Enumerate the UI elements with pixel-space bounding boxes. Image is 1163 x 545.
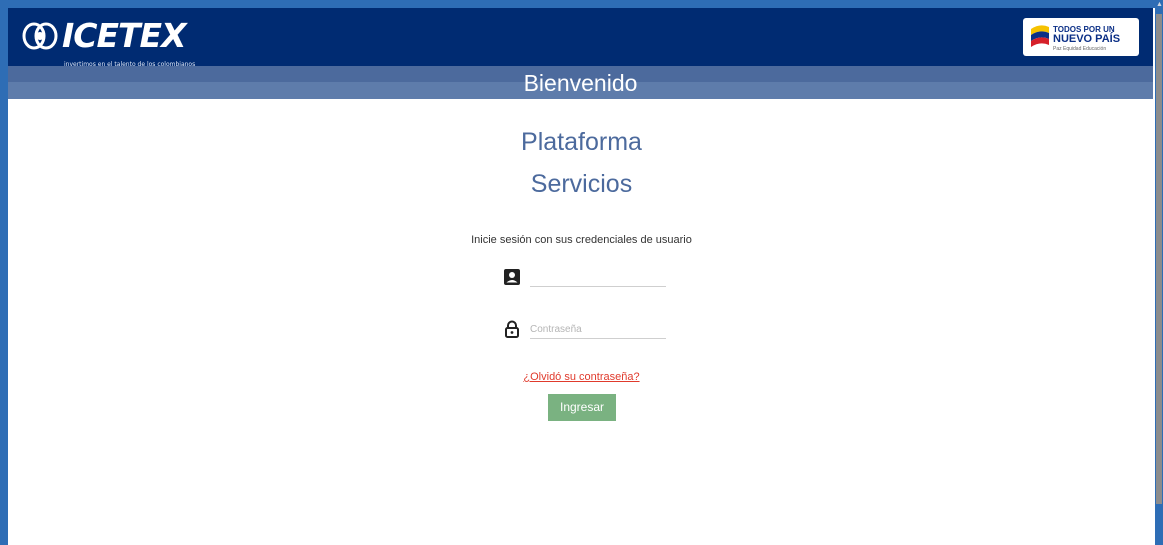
welcome-banner: Bienvenido: [8, 66, 1153, 99]
user-card-icon: [504, 269, 520, 285]
icetex-logo[interactable]: ICETEX invertimos en el talento de los c…: [22, 19, 195, 68]
welcome-title: Bienvenido: [523, 70, 638, 96]
scroll-up-icon[interactable]: ▲: [1156, 0, 1163, 10]
forgot-password-link[interactable]: ¿Olvidó su contraseña?: [0, 371, 1163, 383]
page-title-line1: Plataforma: [521, 128, 642, 156]
username-input[interactable]: [530, 268, 666, 287]
padlock-icon: [505, 320, 519, 338]
gov-logo[interactable]: TODOS POR UN NUEVO PAÍS Paz Equidad Educ…: [1023, 18, 1139, 56]
top-header: ICETEX invertimos en el talento de los c…: [8, 8, 1153, 68]
scrollbar-thumb[interactable]: [1156, 14, 1162, 504]
gov-logo-line3: Paz Equidad Educación: [1053, 46, 1107, 52]
page-title-line2: Servicios: [530, 170, 633, 198]
login-instruction: Inicie sesión con sus credenciales de us…: [471, 234, 692, 246]
colombia-flag-icon: [1031, 25, 1049, 47]
vertical-scrollbar[interactable]: ▲: [1155, 0, 1163, 545]
icetex-emblem-icon: [22, 22, 58, 50]
login-button[interactable]: Ingresar: [548, 394, 616, 421]
password-input[interactable]: [530, 320, 666, 339]
gov-logo-line2: NUEVO PAÍS: [1053, 33, 1121, 45]
